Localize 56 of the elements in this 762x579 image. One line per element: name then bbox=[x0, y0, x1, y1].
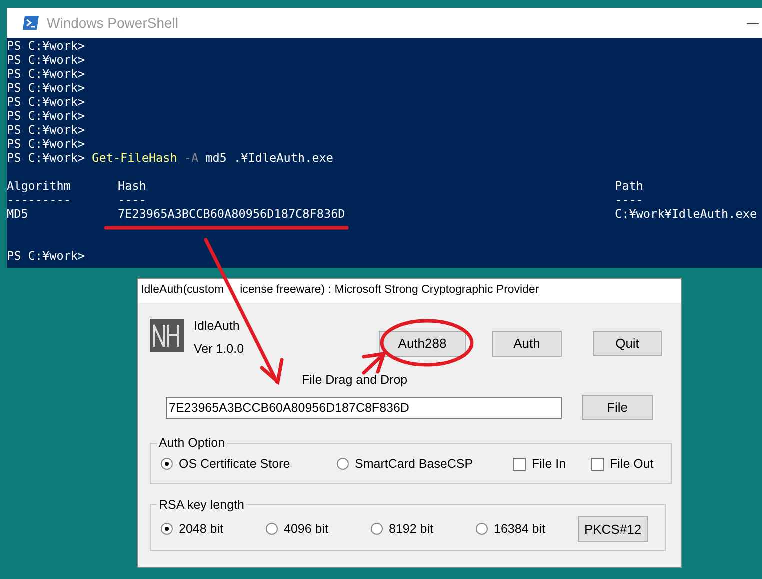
radio-button[interactable] bbox=[161, 458, 173, 470]
auth288-button[interactable]: Auth288 bbox=[379, 331, 466, 357]
option-label: 2048 bit bbox=[179, 520, 224, 538]
drop-label: File Drag and Drop bbox=[302, 373, 408, 387]
group-legend: Auth Option bbox=[157, 434, 228, 453]
annotation-arrow bbox=[362, 352, 387, 375]
console-prompt: PS C:¥work> bbox=[7, 109, 86, 123]
radio-button[interactable] bbox=[161, 523, 173, 536]
auth-button[interactable]: Auth bbox=[492, 331, 562, 357]
cmdlet-name: Get-FileHash bbox=[92, 151, 178, 165]
hash-input-field[interactable]: 7E23965A3BCCB60A80956D187C8F836D bbox=[166, 396, 562, 418]
command-arguments: md5 .¥IdleAuth.exe bbox=[206, 151, 334, 165]
file-button[interactable]: File bbox=[582, 395, 653, 420]
option-label: OS Certificate Store bbox=[179, 456, 290, 473]
table-cell: MD5 bbox=[7, 207, 28, 221]
app-name: IdleAuth bbox=[194, 319, 241, 334]
window-title: Windows PowerShell bbox=[47, 14, 178, 32]
console-prompt: PS C:¥work> bbox=[7, 67, 86, 81]
radio-button[interactable] bbox=[337, 458, 349, 470]
console-prompt: PS C:¥work> bbox=[7, 39, 86, 53]
table-cell: 7E23965A3BCCB60A80956D187C8F836D bbox=[118, 207, 346, 221]
option-label: 8192 bit bbox=[389, 520, 434, 538]
console-prompt: PS C:¥work> bbox=[7, 249, 86, 263]
pkcs12-button[interactable]: PKCS#12 bbox=[578, 516, 648, 542]
version-label: Ver 1.0.0 bbox=[194, 342, 246, 357]
console-prompt: PS C:¥work> bbox=[7, 53, 86, 67]
option-label: 4096 bit bbox=[284, 520, 328, 538]
option-label: File In bbox=[532, 456, 566, 473]
checkbox[interactable] bbox=[513, 458, 526, 471]
option-label: File Out bbox=[610, 456, 654, 473]
quit-button[interactable]: Quit bbox=[593, 331, 662, 356]
powershell-icon bbox=[23, 16, 39, 30]
window-title: IdleAuth(custom bbox=[141, 283, 224, 298]
logo-icon bbox=[150, 319, 184, 352]
console-prompt: PS C:¥work> bbox=[7, 137, 86, 151]
parameter-name: -A bbox=[184, 151, 199, 165]
column-header: Algorithm bbox=[7, 179, 71, 193]
checkbox[interactable] bbox=[591, 458, 604, 471]
column-header: Path bbox=[615, 179, 644, 193]
option-label: SmartCard BaseCSP bbox=[355, 456, 474, 473]
radio-button[interactable] bbox=[476, 523, 488, 536]
group-legend: RSA key length bbox=[157, 496, 246, 514]
minimize-button[interactable]: — bbox=[747, 14, 759, 32]
column-rule: ---- bbox=[615, 193, 644, 207]
window-title: icense freeware) : Microsoft Strong Cryptographic Provider bbox=[240, 283, 540, 298]
option-label: 16384 bit bbox=[494, 520, 546, 538]
console-prompt: PS C:¥work> bbox=[7, 95, 86, 109]
radio-button[interactable] bbox=[266, 523, 278, 536]
console-prompt: PS C:¥work> bbox=[7, 81, 86, 95]
column-rule: --------- bbox=[7, 193, 71, 207]
console-prompt: PS C:¥work> bbox=[7, 151, 86, 165]
console-prompt: PS C:¥work> bbox=[7, 123, 86, 137]
radio-button[interactable] bbox=[371, 523, 383, 536]
column-rule: ---- bbox=[118, 193, 146, 207]
table-cell: C:¥work¥IdleAuth.exe bbox=[615, 207, 758, 221]
column-header: Hash bbox=[118, 179, 146, 193]
